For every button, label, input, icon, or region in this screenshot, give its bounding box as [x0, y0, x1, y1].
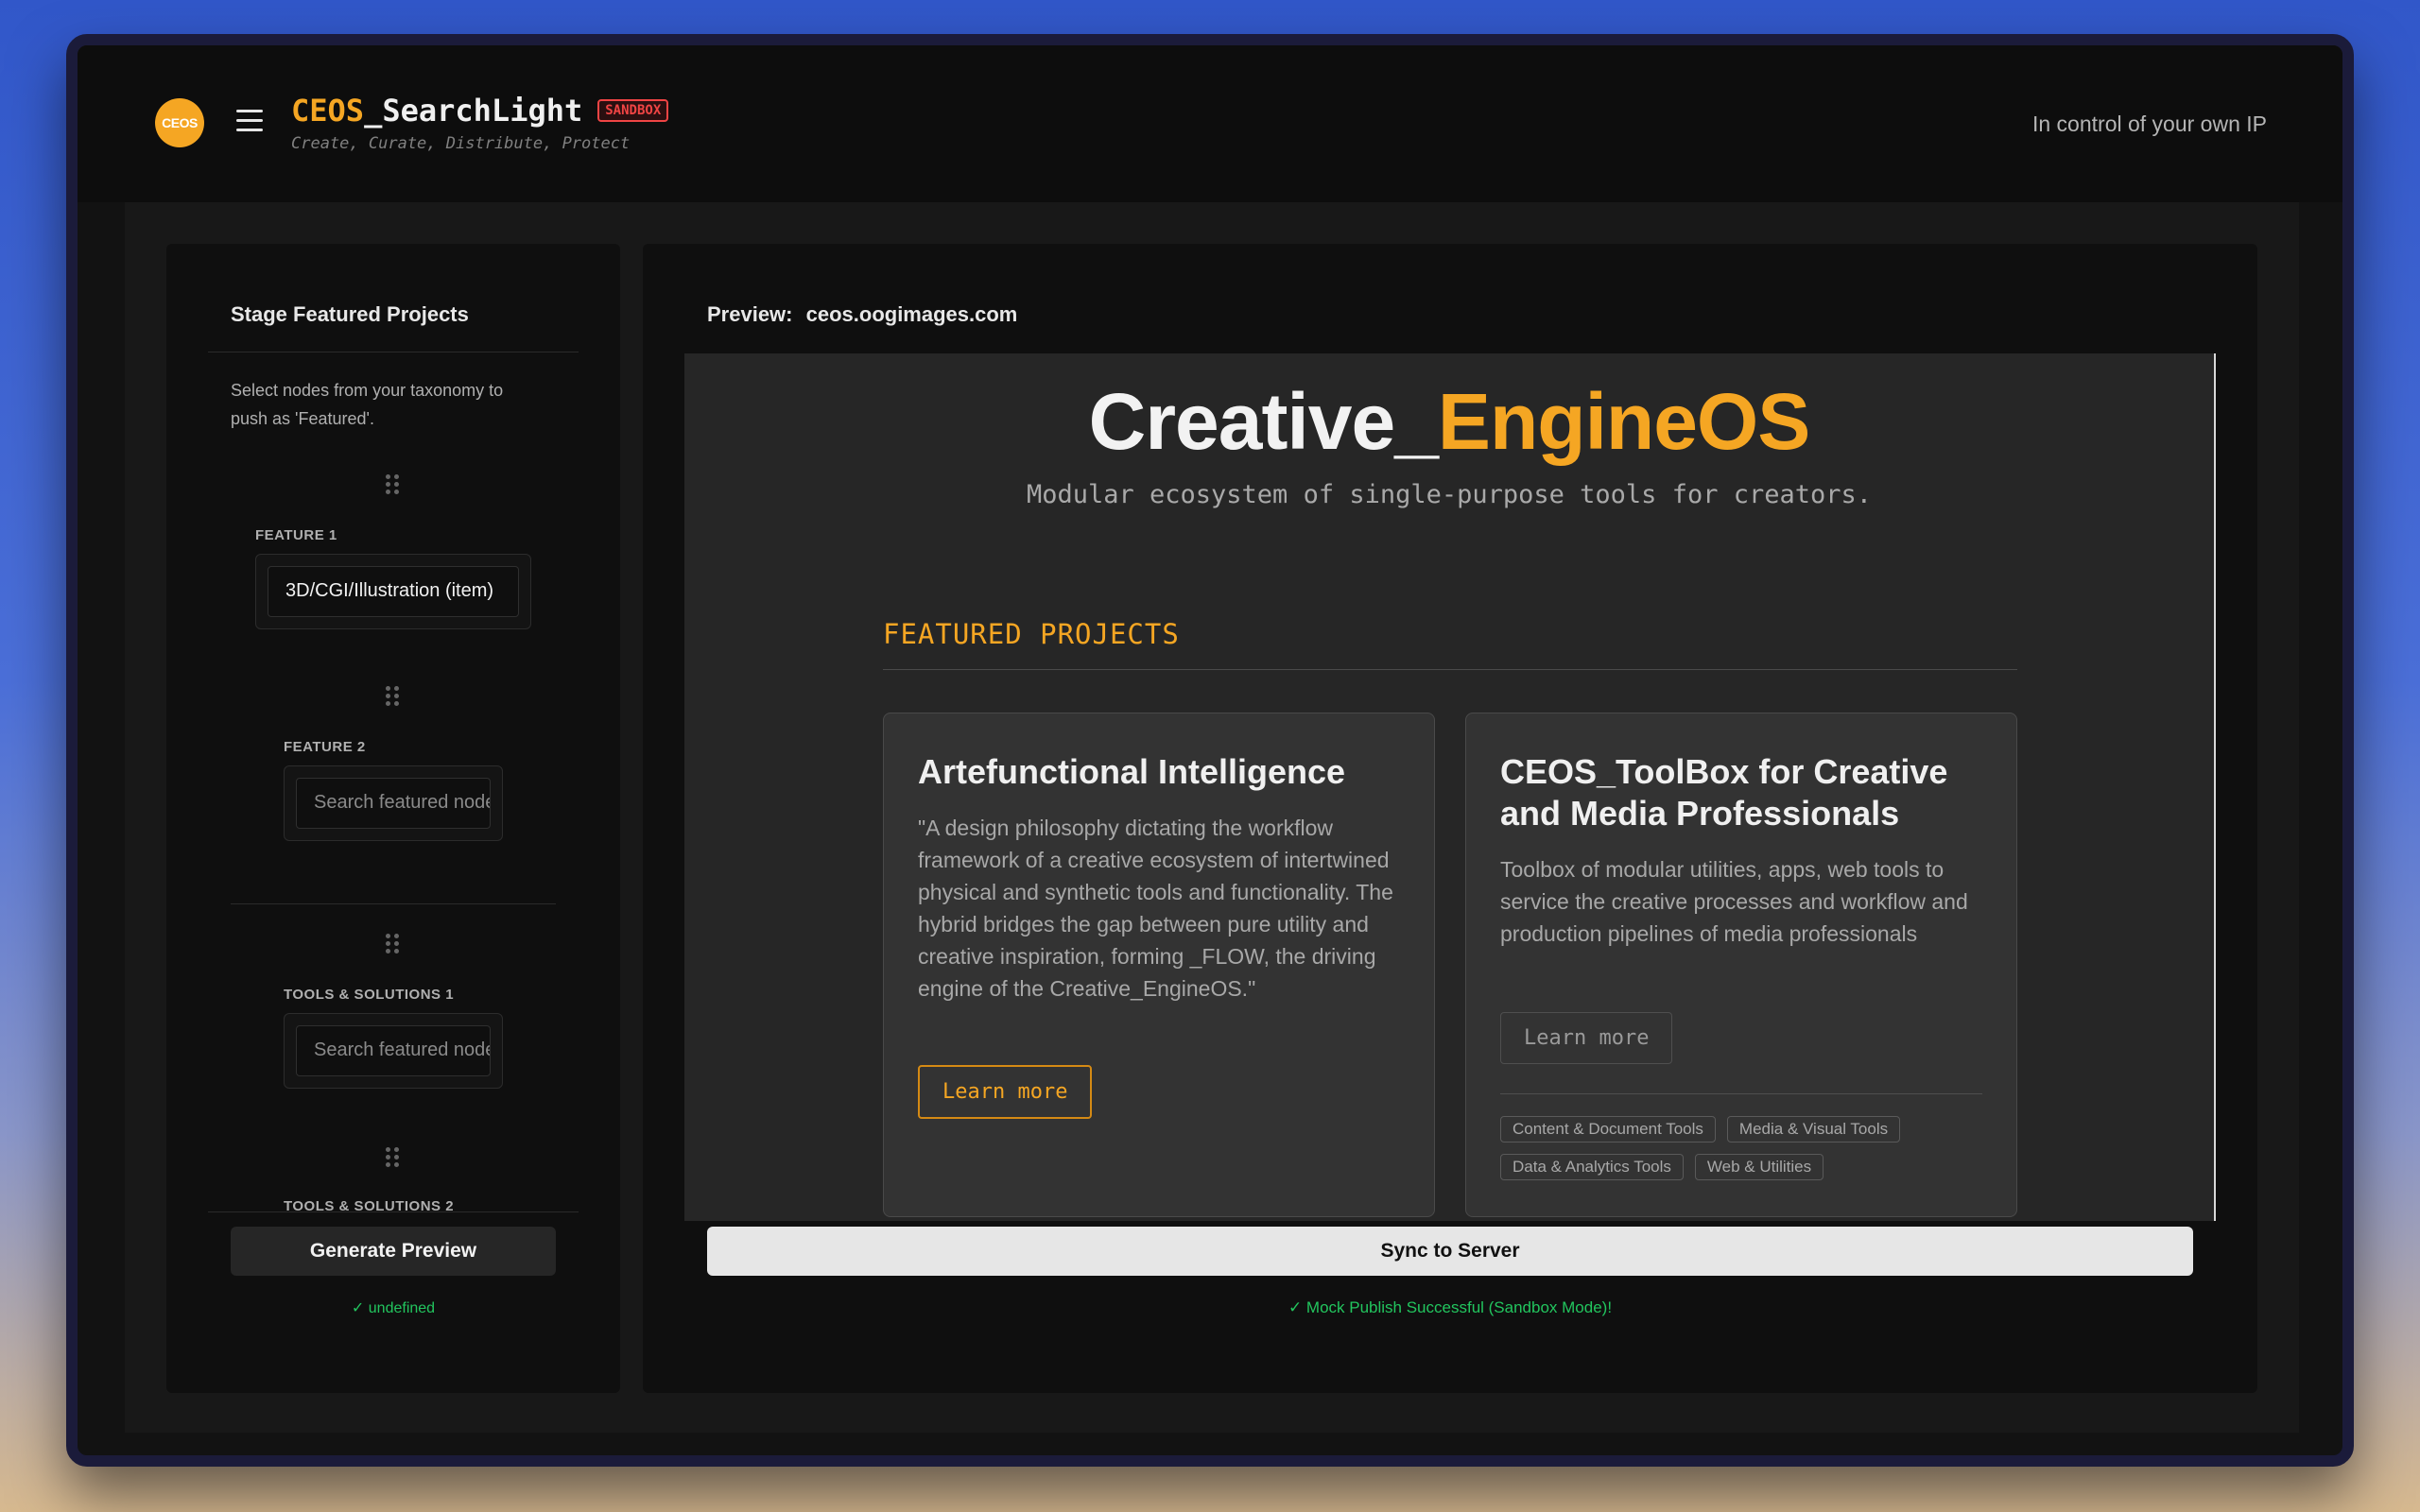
slot-feature-1-input[interactable]: 3D/CGI/Illustration (item): [268, 566, 519, 617]
generate-status: ✓ undefined: [351, 1300, 436, 1316]
ceos-logo[interactable]: CEOS: [155, 98, 204, 147]
learn-more-button[interactable]: Learn more: [918, 1065, 1093, 1119]
app-header: CEOS CEOS _SearchLight SANDBOX Create, C…: [78, 45, 2342, 202]
slot-label: FEATURE 2: [284, 739, 366, 755]
slot-feature-1: 3D/CGI/Illustration (item): [255, 554, 531, 629]
drag-handle-icon[interactable]: [386, 686, 401, 707]
brand-rest: _SearchLight: [364, 93, 583, 129]
sync-status: ✓ Mock Publish Successful (Sandbox Mode)…: [1288, 1298, 1613, 1316]
card-description: "A design philosophy dictating the workf…: [918, 816, 1393, 1001]
slot-tools-1: Search featured node...: [284, 1013, 503, 1089]
panel-description: Select nodes from your taxonomy to push …: [231, 381, 504, 428]
slot-tools-1-input[interactable]: Search featured node...: [296, 1025, 491, 1076]
drag-handle-icon[interactable]: [386, 934, 401, 954]
brand: CEOS _SearchLight SANDBOX Create, Curate…: [291, 93, 669, 153]
brand-accent: CEOS: [291, 93, 365, 129]
preview-frame[interactable]: Creative_EngineOS Modular ecosystem of s…: [684, 353, 2216, 1221]
header-slogan: In control of your own IP: [2031, 112, 2267, 136]
tag[interactable]: Web & Utilities: [1694, 1154, 1824, 1180]
hamburger-menu-icon[interactable]: [236, 110, 263, 132]
sandbox-badge: SANDBOX: [597, 99, 669, 122]
slot-feature-2-input[interactable]: Search featured node...: [296, 778, 491, 829]
hero-subtitle: Modular ecosystem of single-purpose tool…: [1026, 480, 1873, 509]
preview-url: ceos.oogimages.com: [805, 302, 1018, 326]
drag-handle-icon[interactable]: [386, 1147, 401, 1168]
hero-title: Creative_EngineOS: [684, 376, 2214, 468]
main-stage: Stage Featured Projects Select nodes fro…: [125, 202, 2299, 1433]
slot-label: FEATURE 1: [255, 527, 337, 543]
generate-preview-button[interactable]: Generate Preview: [231, 1227, 556, 1276]
tag[interactable]: Content & Document Tools: [1500, 1116, 1716, 1143]
slot-label: TOOLS & SOLUTIONS 1: [284, 987, 455, 1003]
tag-list: Content & Document Tools Media & Visual …: [1500, 1116, 1982, 1180]
tag[interactable]: Media & Visual Tools: [1726, 1116, 1901, 1143]
divider: [231, 903, 556, 904]
drag-handle-icon[interactable]: [386, 474, 401, 495]
tag[interactable]: Data & Analytics Tools: [1500, 1154, 1684, 1180]
brand-tagline: Create, Curate, Distribute, Protect: [291, 134, 631, 153]
slot-label: TOOLS & SOLUTIONS 2: [284, 1198, 455, 1211]
card-description: Toolbox of modular utilities, apps, web …: [1500, 857, 1968, 946]
divider: [208, 1211, 579, 1212]
preview-label: Preview: ceos.oogimages.com: [707, 302, 1017, 327]
brand-title: CEOS _SearchLight SANDBOX: [291, 93, 669, 129]
card-title: CEOS_ToolBox for Creative and Media Prof…: [1500, 752, 1948, 833]
preview-label-text: Preview:: [707, 302, 793, 326]
panel-title: Stage Featured Projects: [231, 302, 469, 326]
sync-to-server-button[interactable]: Sync to Server: [707, 1227, 2193, 1276]
card-title: Artefunctional Intelligence: [918, 752, 1346, 791]
project-card: Artefunctional Intelligence "A design ph…: [883, 713, 1435, 1217]
featured-staging-panel: Stage Featured Projects Select nodes fro…: [166, 244, 620, 1393]
divider: [883, 669, 2017, 670]
hero-title-accent: EngineOS: [1437, 377, 1810, 466]
project-card: CEOS_ToolBox for Creative and Media Prof…: [1465, 713, 2017, 1217]
learn-more-button[interactable]: Learn more: [1500, 1012, 1673, 1064]
slots-scroll-area[interactable]: FEATURE 1 3D/CGI/Illustration (item) FEA…: [166, 461, 620, 1211]
featured-projects-heading: FEATURED PROJECTS: [883, 618, 1180, 650]
slot-feature-2: Search featured node...: [284, 765, 503, 841]
preview-panel: Preview: ceos.oogimages.com Creative_Eng…: [643, 244, 2257, 1393]
hero-title-main: Creative_: [1088, 377, 1439, 466]
app-window: CEOS CEOS _SearchLight SANDBOX Create, C…: [66, 34, 2354, 1467]
divider: [1500, 1093, 1982, 1094]
